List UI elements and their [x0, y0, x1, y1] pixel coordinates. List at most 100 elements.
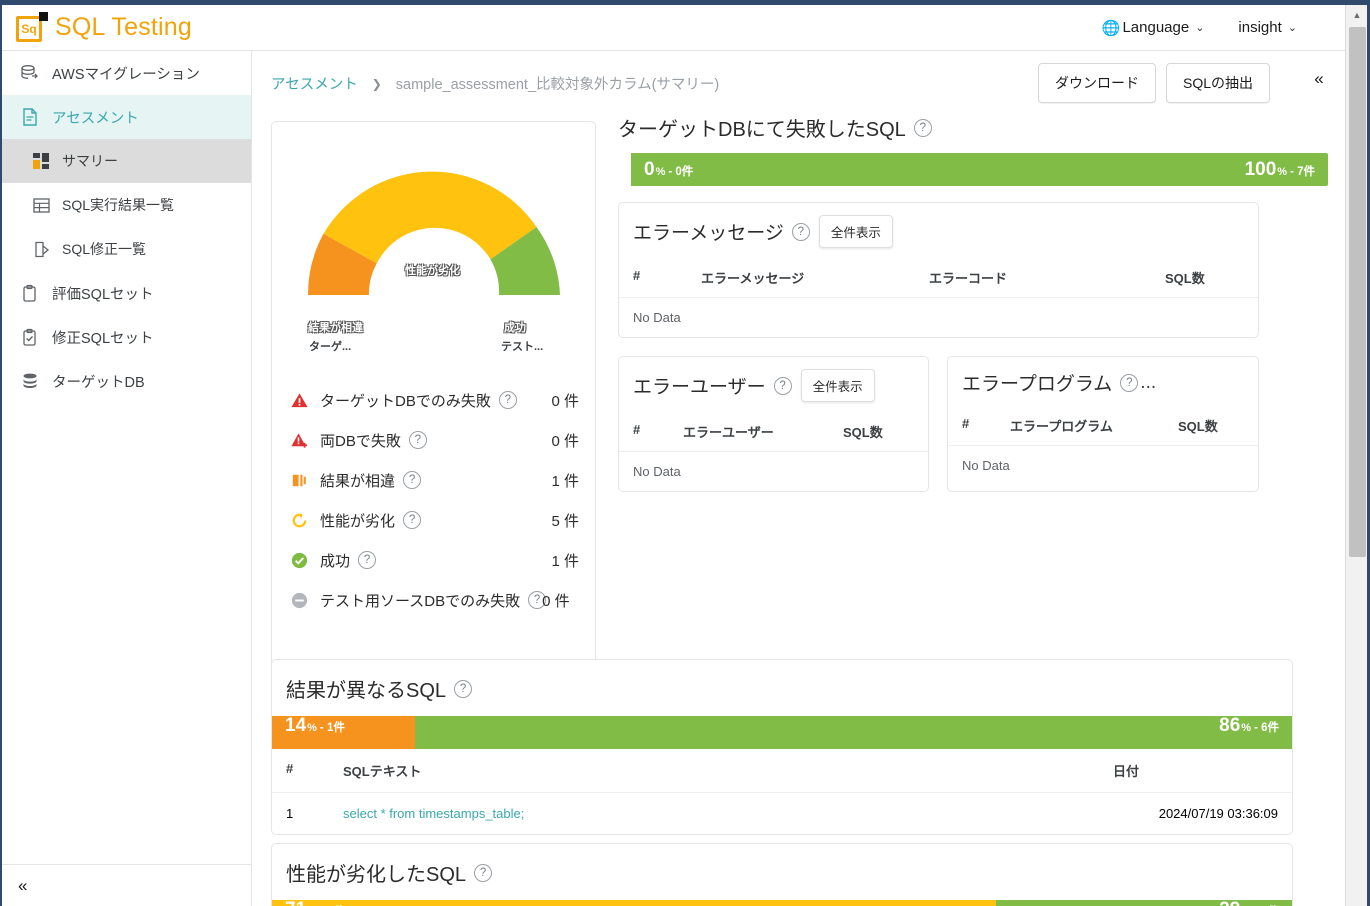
help-icon[interactable]: ? — [913, 118, 932, 137]
help-icon[interactable]: ? — [791, 222, 810, 241]
database-icon — [20, 371, 52, 391]
column-header: # — [633, 422, 641, 437]
gauge-sublabel-target: ターゲ... — [309, 341, 352, 353]
legend-row-performance-degraded[interactable]: 性能が劣化 ? 5 件 — [272, 500, 595, 540]
show-all-button[interactable]: 全件表示 — [818, 215, 893, 248]
legend-row-both-db-fail[interactable]: 両DBで失敗 ? 0 件 — [272, 420, 595, 460]
help-icon[interactable]: ? — [403, 471, 422, 489]
card-title-text: エラープログラム — [962, 374, 1113, 395]
column-header: SQL数 — [1165, 271, 1205, 286]
sidebar-item-assessment[interactable]: アセスメント — [2, 95, 251, 139]
error-message-empty: No Data — [633, 310, 681, 325]
vertical-scrollbar[interactable]: ▲ — [1345, 5, 1367, 906]
error-message-header: エラーメッセージ ? 全件表示 # エラーメッセージ エラーコード SQL数 — [619, 203, 1258, 297]
target-fail-ratio-bar: 0 % - 0件 100 % - 7件 — [618, 153, 1328, 186]
sidebar-item-fixed-sql-set[interactable]: 修正SQLセット — [2, 315, 251, 359]
legend-count: 1 件 — [551, 552, 579, 570]
error-program-table-head: # エラープログラム SQL数 — [962, 406, 1244, 445]
show-all-button[interactable]: 全件表示 — [800, 369, 875, 402]
help-icon[interactable]: ? — [498, 391, 517, 409]
minus-circle-icon — [290, 591, 320, 610]
scroll-up-arrow-icon[interactable]: ▲ — [1346, 5, 1368, 25]
database-arrow-icon — [20, 63, 52, 83]
card-title-text: 性能が劣化したSQL — [286, 864, 467, 886]
sql-text-link[interactable]: select * from timestamps_table; — [343, 806, 1113, 821]
column-header: # — [286, 761, 294, 776]
help-icon[interactable]: ? — [474, 863, 493, 882]
sidebar-item-summary[interactable]: サマリー — [2, 139, 251, 183]
ratio-left-count: - 0件 — [668, 166, 694, 178]
column-header: エラーメッセージ — [701, 271, 805, 286]
error-user-empty: No Data — [633, 464, 681, 479]
help-icon[interactable]: ? — [1120, 373, 1139, 392]
help-icon[interactable]: ? — [454, 679, 473, 698]
legend-label: ターゲットDBでのみ失敗 — [320, 392, 491, 410]
row-date: 2024/07/19 03:36:09 — [1158, 806, 1278, 821]
chevron-right-icon: ❯ — [371, 76, 382, 91]
logo-icon: Sq — [16, 11, 48, 43]
ratio-left-segment — [618, 153, 631, 186]
sidebar-item-target-db[interactable]: ターゲットDB — [2, 359, 251, 403]
panel-collapse-button[interactable]: « — [1299, 61, 1339, 97]
ratio-left-pct: 71 — [285, 900, 306, 906]
clipboard-icon — [20, 284, 52, 303]
sidebar-item-eval-sql-set[interactable]: 評価SQLセット — [2, 271, 251, 315]
legend-row-source-only-fail[interactable]: テスト用ソースDBでのみ失敗 ? 0 件 — [272, 580, 595, 620]
column-header: エラーコード — [929, 271, 1008, 286]
ratio-right-segment: 0 % - 0件 100 % - 7件 — [631, 153, 1328, 186]
legend-row-target-only-fail[interactable]: ターゲットDBでのみ失敗 ? 0 件 — [272, 380, 595, 420]
download-button[interactable]: ダウンロード — [1037, 63, 1156, 103]
legend-label: 成功 — [320, 552, 351, 570]
sidebar-item-sql-results[interactable]: SQL実行結果一覧 — [2, 183, 251, 227]
different-result-header: 結果が異なるSQL ? — [272, 660, 1292, 703]
performance-degraded-ratio-bar: 71 % - 5件 29 % - 2件 — [272, 900, 1292, 906]
help-icon[interactable]: ? — [358, 551, 377, 569]
error-message-card: エラーメッセージ ? 全件表示 # エラーメッセージ エラーコード SQL数 N… — [618, 202, 1259, 338]
breadcrumb: アセスメント ❯ sample_assessment_比較対象外カラム(サマリー… — [271, 73, 719, 94]
column-header: SQLテキスト — [343, 764, 422, 779]
column-header: SQL数 — [843, 425, 883, 440]
scrollbar-thumb[interactable] — [1349, 27, 1366, 557]
breadcrumb-root[interactable]: アセスメント — [271, 73, 358, 94]
legend-label: 結果が相違 — [320, 472, 396, 490]
user-menu[interactable]: insight ⌄ — [1238, 19, 1297, 36]
table-row[interactable]: 1 select * from timestamps_table; 2024/0… — [272, 793, 1292, 834]
sidebar-item-sql-fixes[interactable]: SQL修正一覧 — [2, 227, 251, 271]
help-icon[interactable]: ? — [403, 511, 422, 529]
application-window: Sq SQL Testing 🌐 Language ⌄ insight ⌄ AW… — [0, 0, 1370, 906]
legend-count: 1 件 — [551, 472, 579, 490]
legend-row-different-result[interactable]: 結果が相違 ? 1 件 — [272, 460, 595, 500]
error-program-header: エラープログラム ? ... # エラープログラム SQL数 — [948, 357, 1258, 445]
sidebar: AWSマイグレーション アセスメント サマリー SQL実行結果一覧 SQL修正一 — [2, 51, 252, 906]
column-header: # — [633, 268, 641, 283]
different-result-table-head: # SQLテキスト 日付 — [272, 749, 1292, 792]
globe-icon: 🌐 — [1101, 19, 1121, 37]
row-number: 1 — [286, 806, 294, 821]
sidebar-collapse-button[interactable]: « — [2, 864, 251, 906]
legend-count: 5 件 — [551, 512, 579, 530]
error-detail-cards-row: エラーユーザー ? 全件表示 # エラーユーザー SQL数 No Data エラ… — [618, 356, 1328, 492]
target-fail-title-row: ターゲットDBにて失敗したSQL ? — [618, 113, 1328, 142]
sidebar-item-aws-migration[interactable]: AWSマイグレーション — [2, 51, 251, 95]
header-actions: 🌐 Language ⌄ insight ⌄ — [1102, 19, 1345, 37]
performance-degraded-header: 性能が劣化したSQL ? — [272, 844, 1292, 887]
legend-row-success[interactable]: 成功 ? 1 件 — [272, 540, 595, 580]
gauge-label-success: 成功 — [504, 322, 526, 334]
app-logo[interactable]: Sq SQL Testing — [16, 11, 192, 43]
card-title-text: エラーメッセージ — [633, 223, 784, 244]
ratio-left-segment: 14 % - 1件 — [272, 716, 415, 749]
ratio-right-unit: % — [1241, 722, 1252, 734]
main-content: アセスメント ❯ sample_assessment_比較対象外カラム(サマリー… — [253, 51, 1345, 906]
overflow-ellipsis[interactable]: ... — [1140, 372, 1156, 394]
extract-sql-button[interactable]: SQLの抽出 — [1165, 63, 1270, 103]
help-icon[interactable]: ? — [408, 431, 427, 449]
chevron-down-icon: ⌄ — [1195, 22, 1205, 34]
column-header: エラープログラム — [1010, 419, 1113, 434]
gauge-sublabel-test: テスト... — [501, 341, 544, 353]
error-user-title-row: エラーユーザー ? 全件表示 — [633, 369, 914, 402]
language-menu[interactable]: 🌐 Language ⌄ — [1102, 19, 1205, 37]
sidebar-item-label: 評価SQLセット — [52, 286, 154, 303]
ratio-left-unit: % — [655, 166, 666, 178]
table-icon — [20, 196, 62, 215]
help-icon[interactable]: ? — [773, 376, 792, 395]
